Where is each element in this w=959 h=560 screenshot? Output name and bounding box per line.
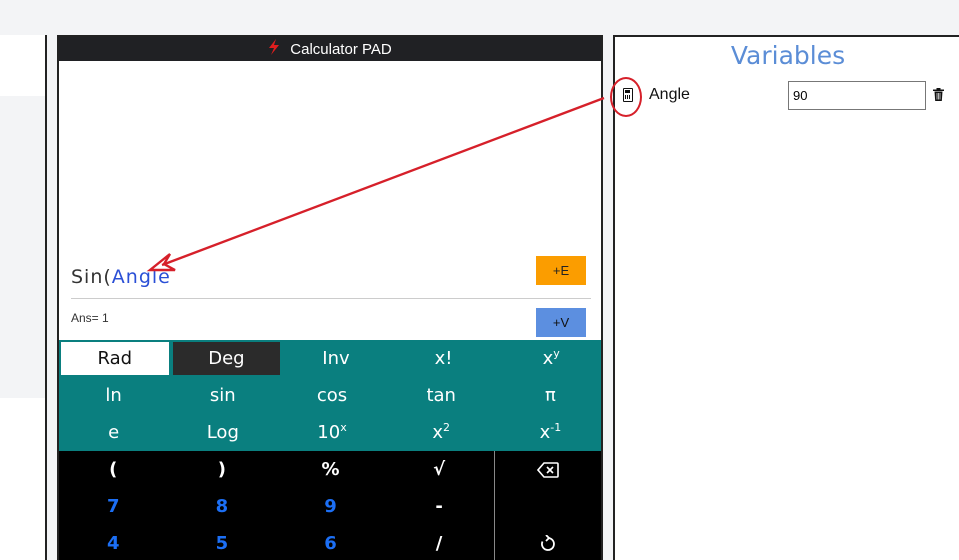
number-row-1: ( ) % √ <box>59 451 601 488</box>
divide-key[interactable]: / <box>385 525 494 560</box>
function-row-3: e Log 10 x x2 x -1 <box>59 414 601 451</box>
calculator-title: Calculator PAD <box>290 40 392 58</box>
expression-variable: Angle <box>111 266 171 288</box>
top-bar <box>0 0 959 35</box>
rad-key[interactable]: Rad <box>59 340 171 377</box>
empty-key <box>493 488 601 525</box>
calculator-pad: Calculator PAD Sin(Angle +E Ans= 1 +V Ra… <box>57 35 603 560</box>
pi-key[interactable]: π <box>496 377 601 414</box>
variable-name: Angle <box>649 86 690 103</box>
minus-key[interactable]: - <box>385 488 494 525</box>
square-key[interactable]: x2 <box>387 414 496 451</box>
answer-text: Ans= 1 <box>71 311 109 325</box>
deg-key[interactable]: Deg <box>170 340 283 377</box>
cos-key[interactable]: cos <box>277 377 386 414</box>
percent-key[interactable]: % <box>276 451 385 488</box>
sqrt-key[interactable]: √ <box>385 451 494 488</box>
left-panel-gray-area <box>0 96 45 398</box>
number-keypad: ( ) % √ 7 8 9 - 4 5 6 / <box>59 451 601 560</box>
sin-key[interactable]: sin <box>168 377 277 414</box>
ten-power-key[interactable]: 10 x <box>277 414 386 451</box>
function-row-1: Rad Deg Inv x! xy <box>59 340 601 377</box>
expression-function: Sin( <box>71 266 112 288</box>
add-variable-button[interactable]: +V <box>536 308 586 337</box>
five-key[interactable]: 5 <box>168 525 277 560</box>
backspace-icon[interactable] <box>493 451 601 488</box>
number-row-3: 4 5 6 / <box>59 525 601 560</box>
calculator-icon[interactable] <box>623 88 633 102</box>
lightning-icon <box>268 38 280 60</box>
reciprocal-key[interactable]: x -1 <box>496 414 601 451</box>
nine-key[interactable]: 9 <box>276 488 385 525</box>
number-row-2: 7 8 9 - <box>59 488 601 525</box>
variables-panel: Variables Angle <box>610 35 959 560</box>
display-divider <box>71 298 591 299</box>
e-key[interactable]: e <box>59 414 168 451</box>
six-key[interactable]: 6 <box>276 525 385 560</box>
four-key[interactable]: 4 <box>59 525 168 560</box>
power-key[interactable]: xy <box>497 340 601 377</box>
add-expression-button[interactable]: +E <box>536 256 586 285</box>
open-paren-key[interactable]: ( <box>59 451 168 488</box>
variable-value-input[interactable] <box>788 81 926 110</box>
variables-title: Variables <box>730 41 846 70</box>
left-panel <box>0 35 47 560</box>
seven-key[interactable]: 7 <box>59 488 168 525</box>
expression[interactable]: Sin(Angle <box>71 266 171 288</box>
function-keypad: Rad Deg Inv x! xy ln sin cos tan π e Log… <box>59 340 601 451</box>
ln-key[interactable]: ln <box>59 377 168 414</box>
inv-key[interactable]: Inv <box>282 340 390 377</box>
reset-icon[interactable] <box>493 525 601 560</box>
factorial-key[interactable]: x! <box>390 340 498 377</box>
trash-icon[interactable] <box>933 88 944 101</box>
log-key[interactable]: Log <box>168 414 277 451</box>
function-row-2: ln sin cos tan π <box>59 377 601 414</box>
calculator-title-bar: Calculator PAD <box>59 37 601 61</box>
tan-key[interactable]: tan <box>387 377 496 414</box>
eight-key[interactable]: 8 <box>168 488 277 525</box>
calculator-display[interactable]: Sin(Angle +E Ans= 1 +V <box>59 61 601 341</box>
close-paren-key[interactable]: ) <box>168 451 277 488</box>
